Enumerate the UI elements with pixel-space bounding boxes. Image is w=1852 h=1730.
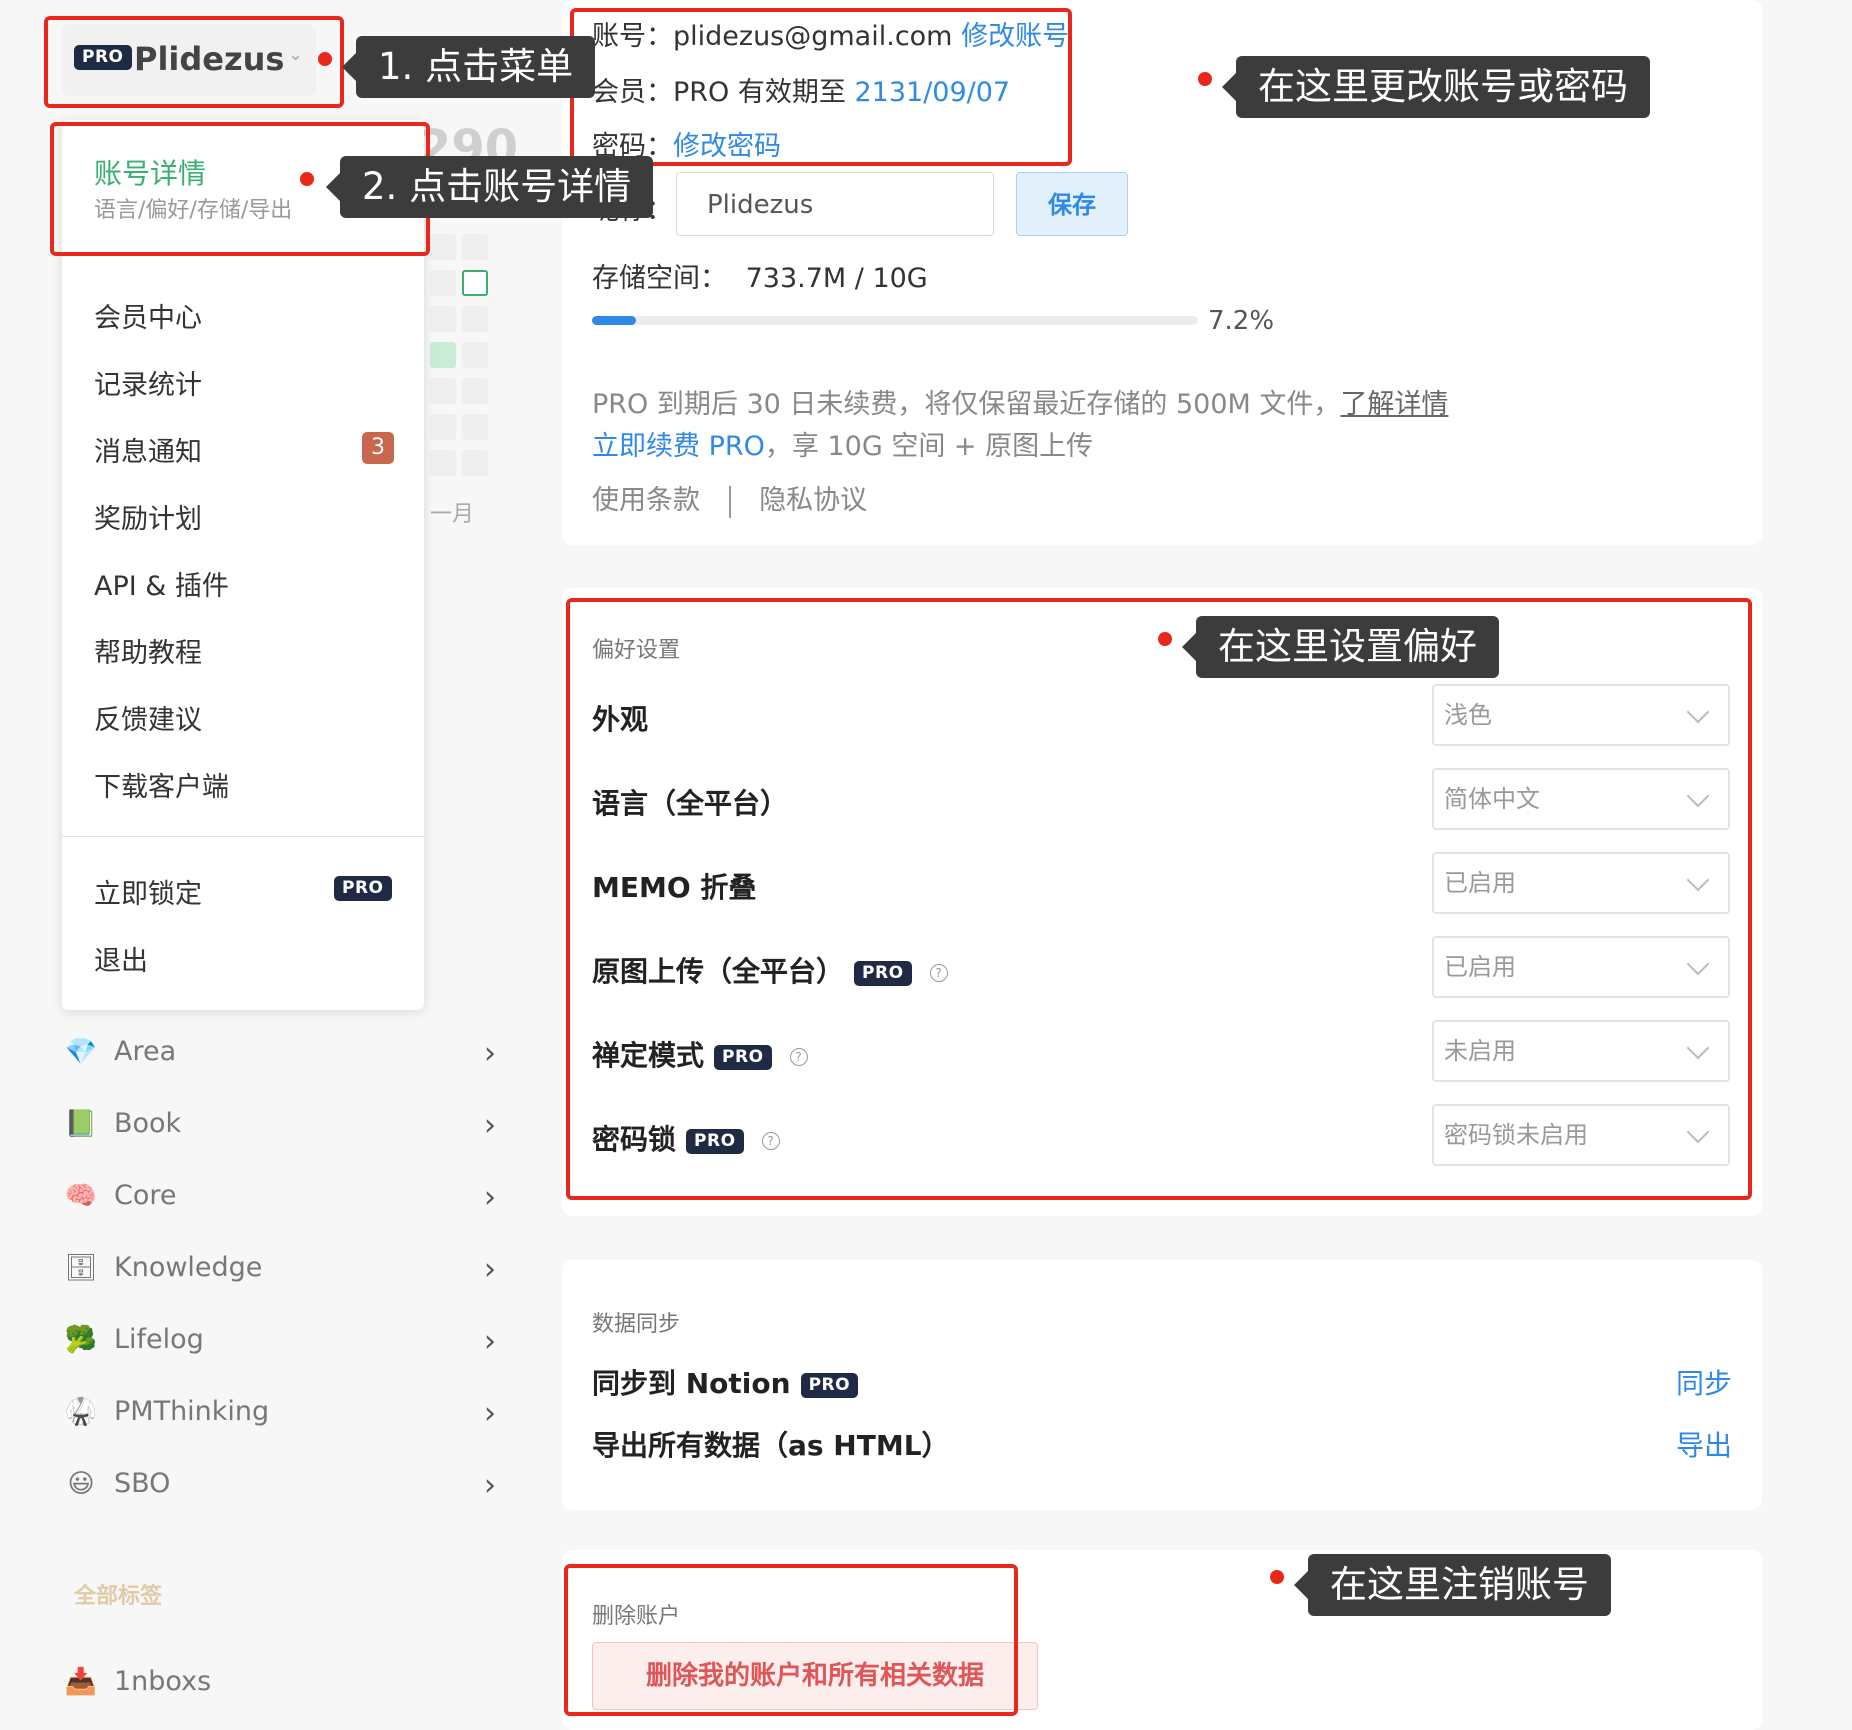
heatmap-month-label: 一月 bbox=[430, 502, 475, 527]
annotation-dot bbox=[1158, 632, 1172, 646]
inbox-tray-icon: 📥 bbox=[64, 1667, 98, 1697]
privacy-link[interactable]: 隐私协议 bbox=[759, 485, 867, 516]
export-row-label: 导出所有数据（as HTML） bbox=[592, 1424, 950, 1464]
smiley-icon: 😃 bbox=[67, 1469, 95, 1499]
renew-pro-link[interactable]: 立即续费 PRO bbox=[592, 431, 765, 462]
cabinet-icon: 🗄 bbox=[64, 1253, 98, 1283]
divider bbox=[728, 485, 731, 518]
storage-percent: 7.2% bbox=[1208, 306, 1275, 336]
export-label: 导出所有数据（as HTML） bbox=[592, 1429, 950, 1462]
sidebar-item-label: 1nboxs bbox=[114, 1666, 212, 1697]
legal-links: 使用条款 隐私协议 bbox=[592, 478, 867, 518]
pro-badge: PRO bbox=[334, 876, 392, 901]
pro-badge: PRO bbox=[800, 1372, 859, 1398]
menu-item-notifications[interactable]: 消息通知 bbox=[94, 430, 202, 469]
all-tags-heading: 全部标签 bbox=[74, 1584, 163, 1609]
storage-row: 存储空间： 733.7M / 10G bbox=[592, 256, 928, 295]
menu-item-rewards[interactable]: 奖励计划 bbox=[94, 497, 202, 536]
expiry-notice: PRO 到期后 30 日未续费，将仅保留最近存储的 500M 文件，了解详情 bbox=[592, 382, 1448, 421]
sidebar-item-area[interactable]: 💎 Area bbox=[64, 1036, 176, 1067]
sync-notion-row: 同步到 Notion PRO bbox=[592, 1362, 859, 1402]
sidebar-item-label: Book bbox=[114, 1108, 182, 1139]
chevron-right-icon[interactable]: › bbox=[484, 1108, 496, 1143]
annotation-dot bbox=[318, 52, 332, 66]
sidebar-item-label: SBO bbox=[114, 1468, 171, 1499]
callout-step1: 1. 点击菜单 bbox=[341, 36, 596, 98]
menu-divider bbox=[62, 836, 424, 837]
sync-title: 数据同步 bbox=[592, 1312, 681, 1337]
sync-button[interactable]: 同步 bbox=[1676, 1362, 1732, 1402]
sidebar-item-pmthinking[interactable]: 🥋 PMThinking bbox=[64, 1396, 269, 1427]
chevron-right-icon[interactable]: › bbox=[484, 1324, 496, 1359]
notice-text: PRO 到期后 30 日未续费，将仅保留最近存储的 500M 文件， bbox=[592, 389, 1341, 420]
menu-item-api-plugins[interactable]: API & 插件 bbox=[94, 564, 229, 603]
chevron-right-icon[interactable]: › bbox=[484, 1252, 496, 1287]
highlight-account-info bbox=[570, 8, 1072, 166]
sidebar-item-label: Knowledge bbox=[114, 1252, 263, 1283]
menu-item-lock-now[interactable]: 立即锁定 bbox=[94, 872, 202, 911]
menu-item-membership[interactable]: 会员中心 bbox=[94, 296, 202, 335]
callout-account-hint: 在这里更改账号或密码 bbox=[1222, 56, 1650, 118]
renew-text: ，享 10G 空间 + 原图上传 bbox=[764, 431, 1094, 462]
callout-step2: 2. 点击账号详情 bbox=[325, 156, 654, 218]
callout-delete-hint: 在这里注销账号 bbox=[1294, 1554, 1611, 1616]
storage-label: 存储空间： bbox=[592, 263, 727, 294]
book-icon: 📗 bbox=[64, 1109, 98, 1139]
renew-row: 立即续费 PRO，享 10G 空间 + 原图上传 bbox=[592, 424, 1093, 463]
chevron-right-icon[interactable]: › bbox=[484, 1396, 496, 1431]
sidebar-item-knowledge[interactable]: 🗄 Knowledge bbox=[64, 1252, 262, 1283]
chevron-right-icon[interactable]: › bbox=[484, 1468, 496, 1503]
sidebar-item-label: Core bbox=[114, 1180, 177, 1211]
notification-count-badge: 3 bbox=[362, 432, 394, 464]
menu-item-stats[interactable]: 记录统计 bbox=[94, 363, 202, 402]
storage-value: 733.7M / 10G bbox=[745, 263, 928, 294]
highlight-menu-trigger bbox=[44, 16, 344, 108]
chevron-right-icon[interactable]: › bbox=[484, 1036, 496, 1071]
callout-pref-hint: 在这里设置偏好 bbox=[1182, 616, 1499, 678]
sidebar-item-label: PMThinking bbox=[114, 1396, 270, 1427]
storage-progress-bar bbox=[592, 316, 1198, 325]
gem-icon: 💎 bbox=[64, 1037, 98, 1067]
menu-item-download[interactable]: 下载客户端 bbox=[94, 765, 229, 804]
sidebar-item-core[interactable]: 🧠 Core bbox=[64, 1180, 177, 1211]
annotation-dot bbox=[1270, 1570, 1284, 1584]
brain-icon: 🧠 bbox=[64, 1181, 98, 1211]
chevron-right-icon[interactable]: › bbox=[484, 1180, 496, 1215]
sidebar-item-label: Area bbox=[114, 1036, 177, 1067]
sidebar-item-sbo[interactable]: 😃 SBO bbox=[64, 1468, 170, 1499]
highlight-delete-account bbox=[564, 1564, 1018, 1716]
storage-progress-fill bbox=[592, 316, 636, 325]
martial-arts-icon: 🥋 bbox=[64, 1397, 98, 1427]
menu-item-feedback[interactable]: 反馈建议 bbox=[94, 698, 202, 737]
annotation-dot bbox=[1198, 72, 1212, 86]
nickname-input[interactable]: Plidezus bbox=[676, 172, 994, 236]
export-button[interactable]: 导出 bbox=[1676, 1424, 1732, 1464]
sidebar-item-lifelog[interactable]: 🥦 Lifelog bbox=[64, 1324, 204, 1355]
sync-notion-label: 同步到 Notion bbox=[592, 1367, 791, 1400]
learn-more-link[interactable]: 了解详情 bbox=[1340, 389, 1448, 420]
sidebar-item-book[interactable]: 📗 Book bbox=[64, 1108, 181, 1139]
terms-link[interactable]: 使用条款 bbox=[592, 485, 700, 516]
highlight-preferences bbox=[566, 598, 1752, 1200]
annotation-dot bbox=[300, 172, 314, 186]
sidebar-item-inbox[interactable]: 📥 1nboxs bbox=[64, 1666, 211, 1697]
sidebar-item-label: Lifelog bbox=[114, 1324, 204, 1355]
save-nickname-button[interactable]: 保存 bbox=[1016, 172, 1128, 236]
menu-item-help[interactable]: 帮助教程 bbox=[94, 631, 202, 670]
menu-item-logout[interactable]: 退出 bbox=[94, 939, 148, 978]
broccoli-icon: 🥦 bbox=[64, 1325, 98, 1355]
